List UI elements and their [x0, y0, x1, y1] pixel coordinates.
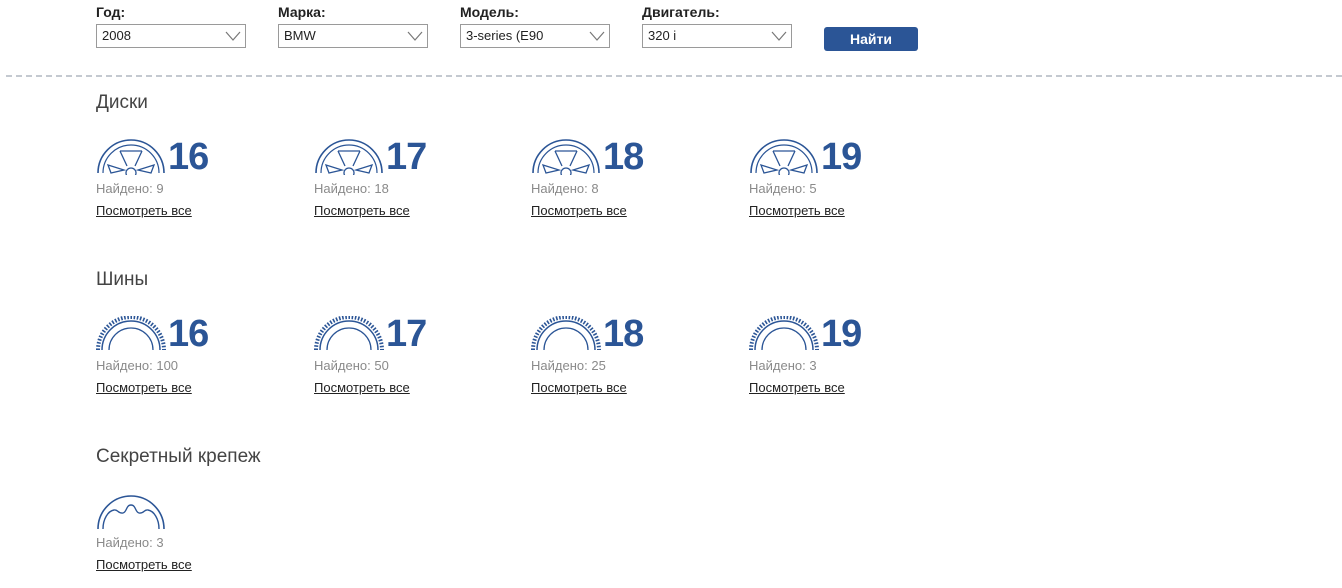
found-prefix: Найдено: [531, 358, 588, 373]
year-select[interactable]: 2008 [96, 24, 246, 48]
view-all-link[interactable]: Посмотреть все [749, 380, 845, 396]
found-prefix: Найдено: [314, 358, 371, 373]
view-all-link[interactable]: Посмотреть все [531, 380, 627, 396]
lock-card: Найдено: 3 Посмотреть все [96, 493, 276, 583]
tire-card: 19 Найдено: 3 Посмотреть все [749, 313, 929, 406]
tire-size: 16 [168, 313, 209, 355]
tire-card: 17 Найдено: 50 Посмотреть все [314, 313, 494, 406]
brand-select[interactable]: BMW [278, 24, 428, 48]
locks-section-title: Секретный крепеж [96, 446, 261, 467]
rim-card: 17 Найдено: 18 Посмотреть все [314, 136, 494, 229]
chevron-down-icon [589, 31, 605, 41]
chevron-down-icon [225, 31, 241, 41]
tire-card: 18 Найдено: 25 Посмотреть все [531, 313, 711, 406]
tires-section-title: Шины [96, 269, 149, 290]
found-count: Найдено: 5 [749, 181, 817, 197]
found-value: 18 [374, 181, 389, 196]
year-select-value: 2008 [102, 28, 131, 43]
view-all-link[interactable]: Посмотреть все [96, 380, 192, 396]
found-prefix: Найдено: [749, 358, 806, 373]
engine-select-value: 320 i [648, 28, 677, 43]
model-field: Модель: [460, 3, 519, 21]
wheel-rim-icon [97, 139, 165, 175]
tire-icon [314, 316, 384, 352]
model-select-value: 3-series (E90 [466, 28, 544, 43]
view-all-link[interactable]: Посмотреть все [96, 557, 192, 573]
found-prefix: Найдено: [96, 535, 153, 550]
found-count: Найдено: 100 [96, 358, 178, 374]
found-value: 8 [591, 181, 599, 196]
rim-size: 18 [603, 136, 644, 178]
found-value: 50 [374, 358, 389, 373]
rim-size: 16 [168, 136, 209, 178]
rim-size: 17 [386, 136, 427, 178]
chevron-down-icon [407, 31, 423, 41]
view-all-link[interactable]: Посмотреть все [314, 203, 410, 219]
view-all-link[interactable]: Посмотреть все [96, 203, 192, 219]
tire-size: 18 [603, 313, 644, 355]
brand-select-value: BMW [284, 28, 316, 43]
search-filters: Год: 2008 Марка: BMW Модель: 3-series (E… [0, 0, 1342, 76]
rim-card: 16 Найдено: 9 Посмотреть все [96, 136, 276, 229]
found-value: 9 [156, 181, 164, 196]
found-prefix: Найдено: [96, 181, 153, 196]
model-label: Модель: [460, 4, 519, 20]
rims-section-title: Диски [96, 92, 148, 113]
tire-card: 16 Найдено: 100 Посмотреть все [96, 313, 276, 406]
found-count: Найдено: 18 [314, 181, 389, 197]
found-prefix: Найдено: [531, 181, 588, 196]
tire-size: 17 [386, 313, 427, 355]
found-count: Найдено: 3 [749, 358, 817, 374]
found-value: 25 [591, 358, 606, 373]
found-value: 5 [809, 181, 817, 196]
view-all-link[interactable]: Посмотреть все [531, 203, 627, 219]
found-value: 3 [809, 358, 817, 373]
brand-label: Марка: [278, 4, 326, 20]
year-label: Год: [96, 4, 126, 20]
lock-nut-icon [97, 495, 165, 529]
found-prefix: Найдено: [96, 358, 153, 373]
view-all-link[interactable]: Посмотреть все [314, 380, 410, 396]
engine-field: Двигатель: [642, 3, 720, 21]
found-count: Найдено: 50 [314, 358, 389, 374]
wheel-rim-icon [532, 139, 600, 175]
found-prefix: Найдено: [314, 181, 371, 196]
model-select[interactable]: 3-series (E90 [460, 24, 610, 48]
tire-icon [96, 316, 166, 352]
found-value: 100 [156, 358, 179, 373]
found-count: Найдено: 8 [531, 181, 599, 197]
brand-field: Марка: [278, 3, 326, 21]
engine-select[interactable]: 320 i [642, 24, 792, 48]
engine-label: Двигатель: [642, 4, 720, 20]
tire-size: 19 [821, 313, 862, 355]
found-value: 3 [156, 535, 164, 550]
rim-card: 18 Найдено: 8 Посмотреть все [531, 136, 711, 229]
found-prefix: Найдено: [749, 181, 806, 196]
found-count: Найдено: 25 [531, 358, 606, 374]
year-field: Год: [96, 3, 125, 21]
found-count: Найдено: 9 [96, 181, 164, 197]
dashed-divider [6, 75, 1342, 77]
found-count: Найдено: 3 [96, 535, 164, 551]
tire-icon [749, 316, 819, 352]
view-all-link[interactable]: Посмотреть все [749, 203, 845, 219]
rim-card: 19 Найдено: 5 Посмотреть все [749, 136, 929, 229]
tire-icon [531, 316, 601, 352]
wheel-rim-icon [315, 139, 383, 175]
search-button[interactable]: Найти [824, 27, 918, 51]
rim-size: 19 [821, 136, 862, 178]
chevron-down-icon [771, 31, 787, 41]
wheel-rim-icon [750, 139, 818, 175]
